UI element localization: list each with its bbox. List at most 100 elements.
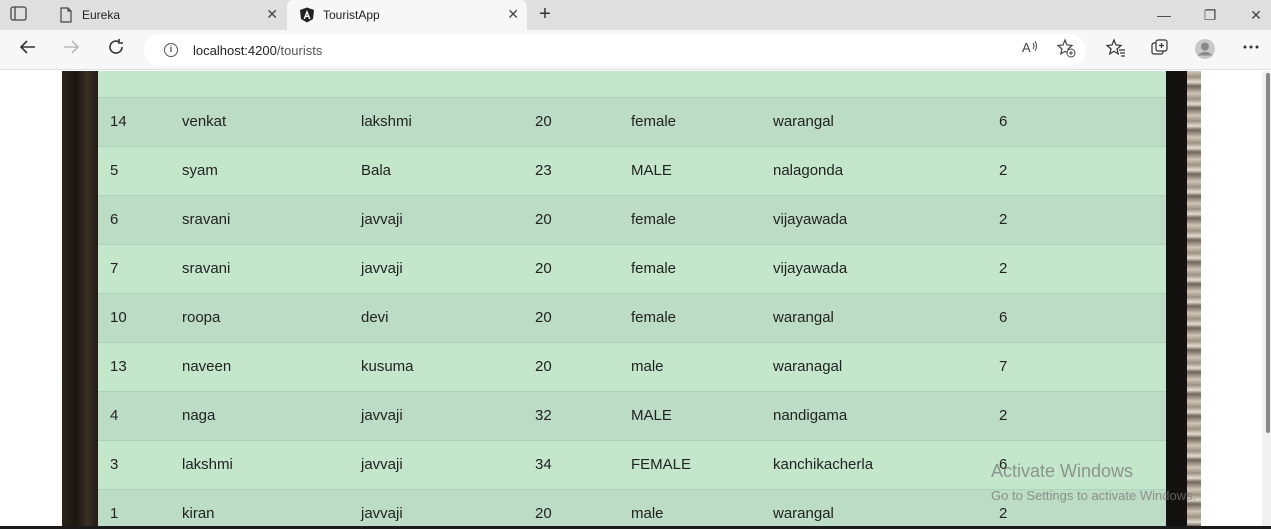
- table-row: 5 syam Bala 23 MALE nalagonda 2: [98, 147, 1166, 196]
- cell-gender: female: [631, 309, 677, 326]
- url-path: /tourists: [276, 43, 323, 58]
- cell-id: 7: [110, 260, 119, 277]
- cell-age: 20: [535, 505, 552, 522]
- cell-gender: FEMALE: [631, 456, 692, 473]
- cell-id: 13: [110, 358, 127, 375]
- avatar-icon: [1195, 39, 1215, 59]
- read-aloud-icon: A: [1022, 40, 1037, 55]
- angular-icon: [300, 7, 314, 23]
- cell-id: 4: [110, 407, 119, 424]
- cell-id: 5: [110, 162, 119, 179]
- favorites-list-icon: [1105, 38, 1125, 57]
- cell-age: 20: [535, 358, 552, 375]
- cell-id: 6: [110, 211, 119, 228]
- cell-last-name: devi: [361, 309, 389, 326]
- cell-last-name: javvaji: [361, 456, 403, 473]
- page-viewport: 14 venkat lakshmi 20 female warangal 6 5 syam Bal…: [0, 71, 1271, 529]
- tab-eureka[interactable]: Eureka ✕: [46, 0, 286, 30]
- background-image-left: [62, 71, 98, 529]
- url-host: localhost:4200: [193, 43, 277, 58]
- settings-menu-button[interactable]: [1239, 38, 1263, 62]
- cell-city: warangal: [773, 505, 834, 522]
- cell-age: 32: [535, 407, 552, 424]
- table-row: 10 roopa devi 20 female warangal 6: [98, 294, 1166, 343]
- url-text[interactable]: localhost:4200/tourists: [193, 43, 322, 58]
- refresh-icon: [109, 39, 123, 54]
- cell-city: vijayawada: [773, 211, 848, 228]
- cell-age: 20: [535, 309, 552, 326]
- svg-text:A: A: [1022, 40, 1031, 55]
- cell-days: 2: [999, 407, 1008, 424]
- cell-last-name: kusuma: [361, 358, 414, 375]
- cell-city: warangal: [773, 113, 834, 130]
- tab-touristapp[interactable]: TouristApp ✕: [287, 0, 527, 30]
- background-image-right-shadow: [1166, 71, 1187, 529]
- forward-button[interactable]: [59, 38, 83, 62]
- tab-strip: Eureka ✕ TouristApp ✕ + — ❐ ✕: [0, 0, 1271, 30]
- cell-id: 14: [110, 113, 127, 130]
- table-row: 13 naveen kusuma 20 male waranagal 7: [98, 343, 1166, 392]
- tourists-table: 14 venkat lakshmi 20 female warangal 6 5 syam Bal…: [98, 71, 1166, 529]
- cell-city: nalagonda: [773, 162, 844, 179]
- address-bar[interactable]: i localhost:4200/tourists A: [144, 34, 1086, 66]
- cell-first-name: syam: [182, 162, 218, 179]
- cell-age: 23: [535, 162, 552, 179]
- refresh-button[interactable]: [104, 38, 128, 62]
- cell-gender: male: [631, 505, 664, 522]
- cell-city: nandigama: [773, 407, 848, 424]
- scrollbar-thumb[interactable]: [1266, 73, 1270, 433]
- profile-button[interactable]: [1193, 38, 1217, 62]
- cell-first-name: kiran: [182, 505, 215, 522]
- cell-first-name: roopa: [182, 309, 221, 326]
- table-row: 1 kiran javvaji 20 male warangal 2: [98, 490, 1166, 529]
- cell-city: kanchikacherla: [773, 456, 874, 473]
- cell-last-name: javvaji: [361, 505, 403, 522]
- browser-toolbar: i localhost:4200/tourists A: [0, 30, 1271, 70]
- table-row: 14 venkat lakshmi 20 female warangal 6: [98, 98, 1166, 147]
- tab-actions-icon: [10, 6, 27, 21]
- site-info-icon[interactable]: i: [164, 43, 178, 57]
- cell-gender: female: [631, 211, 677, 228]
- cell-first-name: sravani: [182, 260, 231, 277]
- cell-last-name: lakshmi: [361, 113, 412, 130]
- collections-icon: [1151, 39, 1168, 55]
- tab-actions-button[interactable]: [10, 6, 38, 24]
- cell-last-name: javvaji: [361, 211, 403, 228]
- table-row: [98, 71, 1166, 98]
- cell-days: 6: [999, 456, 1008, 473]
- new-tab-button[interactable]: +: [534, 3, 556, 25]
- table-row: 6 sravani javvaji 20 female vijayawada 2: [98, 196, 1166, 245]
- table-row: 3 lakshmi javvaji 34 FEMALE kanchikacherla 6: [98, 441, 1166, 490]
- tab-title: TouristApp: [323, 8, 380, 22]
- cell-last-name: javvaji: [361, 407, 403, 424]
- cell-gender: MALE: [631, 162, 672, 179]
- back-arrow-icon: [19, 40, 35, 54]
- cell-id: 3: [110, 456, 119, 473]
- cell-age: 34: [535, 456, 552, 473]
- cell-days: 7: [999, 358, 1008, 375]
- tab-title: Eureka: [82, 8, 121, 22]
- restore-button[interactable]: ❐: [1200, 5, 1220, 25]
- cell-id: 1: [110, 505, 119, 522]
- cell-gender: female: [631, 113, 677, 130]
- cell-last-name: javvaji: [361, 260, 403, 277]
- read-aloud-button[interactable]: A: [1018, 38, 1042, 62]
- cell-gender: male: [631, 358, 664, 375]
- back-button[interactable]: [16, 38, 40, 62]
- minimize-button[interactable]: —: [1154, 5, 1174, 25]
- close-window-button[interactable]: ✕: [1246, 5, 1266, 25]
- cell-age: 20: [535, 211, 552, 228]
- cell-days: 6: [999, 309, 1008, 326]
- cell-last-name: Bala: [361, 162, 392, 179]
- favorites-button[interactable]: [1104, 38, 1128, 62]
- star-add-icon: [1056, 38, 1076, 58]
- close-tab-button[interactable]: ✕: [266, 6, 278, 22]
- cell-gender: female: [631, 260, 677, 277]
- close-tab-button[interactable]: ✕: [507, 6, 519, 22]
- cell-city: warangal: [773, 309, 834, 326]
- cell-age: 20: [535, 113, 552, 130]
- page-icon: [60, 7, 72, 23]
- collections-button[interactable]: [1148, 38, 1172, 62]
- more-dots-icon: [1243, 45, 1259, 49]
- add-favorite-button[interactable]: [1054, 38, 1078, 62]
